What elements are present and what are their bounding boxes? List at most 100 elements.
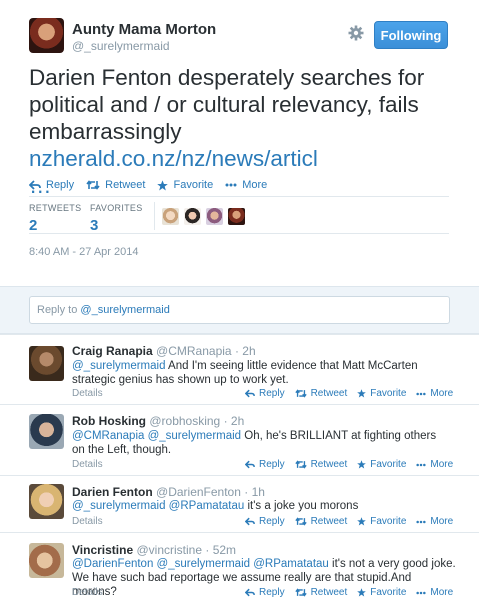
reply-mentions[interactable]: @DarienFenton @_surelymermaid @RPamatata… <box>72 558 329 570</box>
retweet-icon <box>86 180 100 190</box>
retweet-icon <box>294 389 307 398</box>
avatar[interactable] <box>29 346 64 381</box>
favorite-action[interactable]: Favorite <box>357 459 406 470</box>
retweets-stat[interactable]: RETWEETS 2 <box>29 203 81 234</box>
avatar[interactable] <box>29 18 64 53</box>
retweet-label: Retweet <box>310 388 348 399</box>
details-link[interactable]: Details <box>72 459 103 470</box>
favorite-action[interactable]: Favorite <box>357 516 406 527</box>
details-link[interactable]: Details <box>72 388 103 399</box>
reply-username[interactable]: @robhosking <box>149 414 220 428</box>
reply-header: Vincristine @vincristine · 52m <box>72 543 236 557</box>
author-fullname[interactable]: Aunty Mama Morton <box>72 21 216 38</box>
reply-time[interactable]: · 1h <box>244 485 265 499</box>
favoriter-avatar[interactable] <box>206 208 223 225</box>
more-action[interactable]: More <box>416 459 453 470</box>
retweet-label: Retweet <box>310 459 348 470</box>
author-username[interactable]: @_surelymermaid <box>72 39 170 53</box>
reply-input[interactable]: Reply to @_surelymermaid <box>29 296 450 324</box>
reply-time[interactable]: · 52m <box>205 543 236 557</box>
reply-tweet[interactable]: Vincristine @vincristine · 52m @DarienFe… <box>0 532 479 604</box>
retweet-action[interactable]: Retweet <box>294 459 348 470</box>
favorite-action[interactable]: Favorite <box>157 179 213 191</box>
reply-area: Reply to @_surelymermaid <box>0 286 479 334</box>
reply-time[interactable]: · 2h <box>235 344 256 358</box>
tweet-timestamp[interactable]: 8:40 AM - 27 Apr 2014 <box>29 246 138 258</box>
ellipsis-icon <box>416 591 426 594</box>
star-icon <box>357 588 367 597</box>
reply-icon <box>245 588 255 597</box>
reply-text: @CMRanapia @_surelymermaid Oh, he's BRIL… <box>72 429 452 457</box>
more-label: More <box>242 179 268 191</box>
details-link[interactable]: Details <box>72 587 103 598</box>
star-icon <box>357 389 367 398</box>
retweet-label: Retweet <box>310 587 348 598</box>
favorite-action[interactable]: Favorite <box>357 388 406 399</box>
reply-actions: Reply Retweet Favorite More <box>245 459 463 470</box>
favorites-count: 3 <box>90 217 99 234</box>
divider <box>154 202 155 230</box>
favoriter-avatar[interactable] <box>228 208 245 225</box>
reply-fullname[interactable]: Darien Fenton <box>72 485 153 499</box>
reply-username[interactable]: @vincristine <box>136 543 202 557</box>
reply-username[interactable]: @CMRanapia <box>156 344 232 358</box>
reply-username[interactable]: @DarienFenton <box>156 485 241 499</box>
reply-mentions[interactable]: @_surelymermaid @RPamatatau <box>72 500 244 512</box>
more-action[interactable]: More <box>416 388 453 399</box>
retweets-label: RETWEETS <box>29 203 82 213</box>
following-button[interactable]: Following <box>374 21 448 49</box>
tweet-link[interactable]: nzherald.co.nz/nz/news/articl <box>29 146 318 171</box>
reply-actions: Reply Retweet Favorite More <box>245 587 463 598</box>
reply-mentions[interactable]: @CMRanapia @_surelymermaid <box>72 430 241 442</box>
reply-label: Reply <box>259 388 285 399</box>
more-action[interactable]: More <box>225 179 267 191</box>
favoriter-avatar[interactable] <box>162 208 179 225</box>
reply-time[interactable]: · 2h <box>224 414 245 428</box>
reply-mentions[interactable]: @_surelymermaid <box>72 360 165 372</box>
retweet-action[interactable]: Retweet <box>86 179 145 191</box>
avatar[interactable] <box>29 543 64 578</box>
reply-icon <box>245 517 255 526</box>
ellipsis-icon <box>416 392 426 395</box>
avatar[interactable] <box>29 414 64 449</box>
details-link[interactable]: Details <box>72 516 103 527</box>
favorite-action[interactable]: Favorite <box>357 587 406 598</box>
reply-tweet[interactable]: Craig Ranapia @CMRanapia · 2h @_surelyme… <box>0 334 479 404</box>
favorites-label: FAVORITES <box>90 203 143 213</box>
retweet-action[interactable]: Retweet <box>294 587 348 598</box>
reply-fullname[interactable]: Craig Ranapia <box>72 344 153 358</box>
reply-tweet[interactable]: Rob Hosking @robhosking · 2h @CMRanapia … <box>0 404 479 475</box>
reply-mention: @_surelymermaid <box>80 304 170 316</box>
reply-tweet[interactable]: Darien Fenton @DarienFenton · 1h @_surel… <box>0 475 479 532</box>
more-label: More <box>430 388 454 399</box>
gear-icon[interactable] <box>348 25 364 41</box>
reply-fullname[interactable]: Vincristine <box>72 543 133 557</box>
reply-icon <box>245 389 255 398</box>
reply-text: @_surelymermaid @RPamatatau it's a joke … <box>72 499 462 513</box>
main-tweet: Aunty Mama Morton @_surelymermaid Follow… <box>0 0 479 286</box>
reply-action[interactable]: Reply <box>245 516 285 527</box>
reply-label: Reply <box>259 459 285 470</box>
reply-action[interactable]: Reply <box>245 459 285 470</box>
reply-fullname[interactable]: Rob Hosking <box>72 414 146 428</box>
more-action[interactable]: More <box>416 587 453 598</box>
ellipsis-icon <box>416 520 426 523</box>
reply-action[interactable]: Reply <box>245 587 285 598</box>
retweet-action[interactable]: Retweet <box>294 388 348 399</box>
retweet-icon <box>294 460 307 469</box>
favoriter-avatar[interactable] <box>184 208 201 225</box>
reply-label: Reply <box>259 516 285 527</box>
reply-icon <box>245 460 255 469</box>
reply-action[interactable]: Reply <box>29 179 74 191</box>
more-action[interactable]: More <box>416 516 453 527</box>
star-icon <box>357 517 367 526</box>
avatar[interactable] <box>29 484 64 519</box>
reply-action[interactable]: Reply <box>245 388 285 399</box>
favorites-stat[interactable]: FAVORITES 3 <box>90 203 143 234</box>
retweet-action[interactable]: Retweet <box>294 516 348 527</box>
retweet-label: Retweet <box>310 516 348 527</box>
tweet-actions: Reply Retweet Favorite More <box>29 179 279 191</box>
retweet-icon <box>294 588 307 597</box>
retweet-icon <box>294 517 307 526</box>
star-icon <box>357 460 367 469</box>
